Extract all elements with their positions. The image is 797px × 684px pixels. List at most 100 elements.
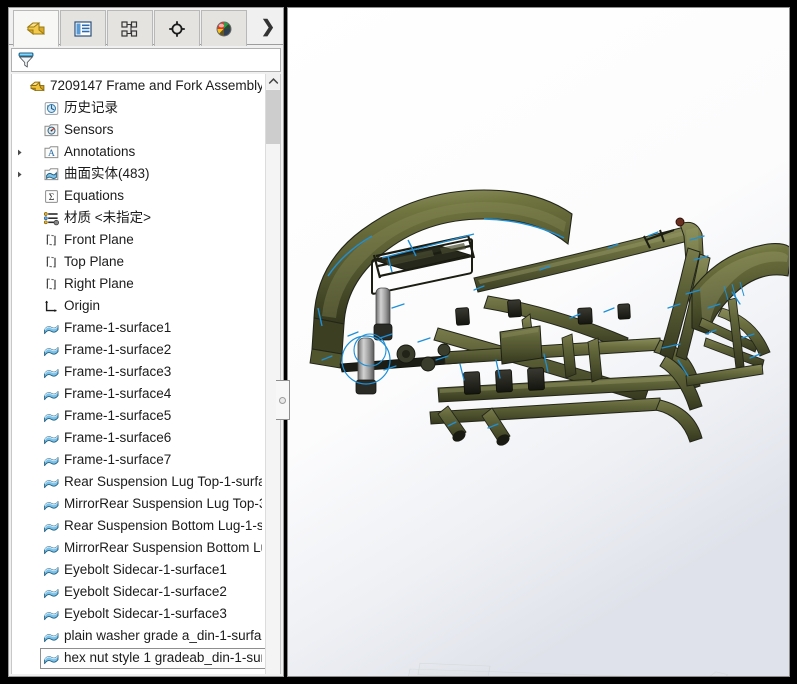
surface-icon [42,649,60,667]
plane-icon [42,253,60,271]
scroll-up-arrow-icon[interactable] [266,74,280,89]
tree-item-text: plain washer grade a_din-1-surface [64,628,262,643]
tree-item[interactable]: Frame-1-surface5 [12,405,266,427]
dimxpert-icon [166,19,188,39]
feature-tree-scrollbar[interactable] [265,74,280,674]
tree-item[interactable]: MirrorRear Suspension Bottom Lug [12,537,266,559]
tree-item[interactable]: Frame-1-surface7 [12,449,266,471]
configuration-manager-icon [119,19,141,39]
tree-item-label-box: Eyebolt Sidecar-1-surface2 [40,582,231,603]
tree-item-text: Eyebolt Sidecar-1-surface2 [64,584,227,599]
tree-item-text: Frame-1-surface3 [64,364,172,379]
tree-item-label-box: 7209147 Frame and Fork Assembly(1) [26,76,266,97]
tab-configuration-manager[interactable] [107,10,153,46]
tree-item[interactable]: Eyebolt Sidecar-1-surface3 [12,603,266,625]
tree-filter-input[interactable] [36,53,280,67]
twisty-placeholder [12,229,26,251]
manager-tab-strip: ❯ [9,8,283,47]
tree-item[interactable]: 曲面实体(483) [12,163,266,185]
tree-item-text: Equations [64,188,125,203]
tree-item-label-box: Σ Equations [40,186,128,207]
tree-item[interactable]: Origin [12,295,266,317]
surface-icon [42,495,60,513]
tree-item[interactable]: plain washer grade a_din-1-surface [12,625,266,647]
tree-item[interactable]: Rear Suspension Lug Top-1-surfac [12,471,266,493]
tree-item-text: Rear Suspension Bottom Lug-1-su [64,518,262,533]
expand-arrow-icon[interactable] [12,163,26,185]
tree-item-label-box: Rear Suspension Lug Top-1-surfac [40,472,266,493]
surface-icon [42,539,60,557]
twisty-placeholder [12,427,26,449]
twisty-placeholder [12,339,26,361]
surface-icon [42,407,60,425]
tree-item-text: Eyebolt Sidecar-1-surface1 [64,562,227,577]
tree-item[interactable]: Right Plane [12,273,266,295]
filter-funnel-icon[interactable] [16,50,36,70]
tree-item-text: Frame-1-surface1 [64,320,172,335]
tree-item[interactable]: hex nut style 1 gradeab_din-1-surfa [12,647,266,669]
tab-property-manager[interactable] [60,10,106,46]
twisty-placeholder [12,317,26,339]
surface-icon [42,341,60,359]
tab-feature-manager[interactable] [13,10,59,47]
tree-item[interactable]: Frame-1-surface3 [12,361,266,383]
tree-item[interactable]: Rear Suspension Bottom Lug-1-su [12,515,266,537]
twisty-placeholder [12,75,26,97]
tree-item-text: MirrorRear Suspension Lug Top-3- [64,496,262,511]
twisty-placeholder [12,207,26,229]
3d-model-viewport[interactable] [287,7,790,677]
tree-item[interactable]: Sidecar Mounting Lug Front-1-surf [12,669,266,674]
tree-item-label-box: hex nut style 1 gradeab_din-1-surfa [40,647,266,669]
tree-item[interactable]: Frame-1-surface1 [12,317,266,339]
tree-item[interactable]: Front Plane [12,229,266,251]
feature-tree-icon [24,18,48,40]
twisty-placeholder [12,581,26,603]
tree-item[interactable]: Σ Equations [12,185,266,207]
tree-item-text: Top Plane [64,254,125,269]
tree-item-text: 材质 <未指定> [64,210,152,225]
twisty-placeholder [12,625,26,647]
scroll-thumb[interactable] [266,90,280,144]
assembly-icon [28,77,46,95]
tree-item[interactable]: Frame-1-surface6 [12,427,266,449]
tree-item-label-box: Eyebolt Sidecar-1-surface1 [40,560,231,581]
plane-icon [42,275,60,293]
tree-item[interactable]: MirrorRear Suspension Lug Top-3- [12,493,266,515]
tree-item[interactable]: Eyebolt Sidecar-1-surface1 [12,559,266,581]
svg-text:Σ: Σ [48,193,54,203]
tree-item-text: Frame-1-surface6 [64,430,172,445]
tab-dimxpert-manager[interactable] [154,10,200,46]
material-icon [42,209,60,227]
expand-arrow-icon[interactable] [12,141,26,163]
tree-item-label-box: Frame-1-surface2 [40,340,175,361]
tree-item[interactable]: Frame-1-surface4 [12,383,266,405]
more-tabs-chevron[interactable]: ❯ [257,16,279,38]
tree-item[interactable]: Eyebolt Sidecar-1-surface2 [12,581,266,603]
tree-item[interactable]: Top Plane [12,251,266,273]
tree-item[interactable]: Frame-1-surface2 [12,339,266,361]
tree-item-label-box: 材质 <未指定> [40,208,155,229]
tree-item[interactable]: 历史记录 [12,97,266,119]
tree-item[interactable]: 7209147 Frame and Fork Assembly(1) [12,75,266,97]
tree-item-label-box: plain washer grade a_din-1-surface [40,626,266,647]
tree-item-label-box: MirrorRear Suspension Bottom Lug [40,538,266,559]
surface-icon [42,561,60,579]
surface-icon [42,319,60,337]
twisty-placeholder [12,537,26,559]
twisty-placeholder [12,515,26,537]
tree-item-text: Frame-1-surface2 [64,342,172,357]
twisty-placeholder [12,493,26,515]
surface-bodies-icon [42,165,60,183]
tree-item-label-box: Eyebolt Sidecar-1-surface3 [40,604,231,625]
equations-icon: Σ [42,187,60,205]
tree-item[interactable]: Sensors [12,119,266,141]
tree-item[interactable]: A Annotations [12,141,266,163]
tab-display-manager[interactable] [201,10,247,46]
tree-item-label-box: Sidecar Mounting Lug Front-1-surf [40,670,266,674]
panel-splitter-handle[interactable] [276,380,290,420]
tree-item[interactable]: 材质 <未指定> [12,207,266,229]
surface-icon [42,517,60,535]
tree-filter-bar[interactable] [11,48,281,72]
twisty-placeholder [12,97,26,119]
twisty-placeholder [12,251,26,273]
